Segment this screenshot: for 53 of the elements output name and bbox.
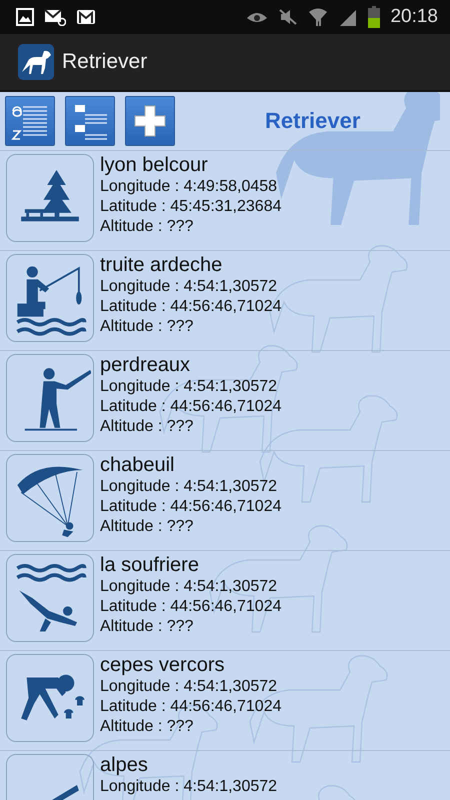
place-name: alpes (100, 754, 149, 777)
wifi-icon (308, 7, 328, 27)
latitude-text: Latitude : 45:45:31,23684 (100, 197, 282, 217)
place-name: truite ardeche (100, 254, 224, 277)
screen-title: Retriever (265, 108, 360, 134)
mushroom-picker-icon (6, 654, 94, 742)
place-list-item[interactable]: perdreaux Longitude : 4:54:1,30572 Latitude : 44:56:46,71024 Altitude : ??? (0, 350, 450, 450)
picnic-tree-icon (6, 154, 94, 242)
altitude-text: Altitude : ??? (100, 417, 194, 437)
app-title: Retriever (62, 50, 148, 74)
place-list-item[interactable]: alpes Longitude : 4:54:1,30572 (0, 750, 450, 800)
longitude-text: Longitude : 4:54:1,30572 (100, 277, 278, 297)
latitude-text: Latitude : 44:56:46,71024 (100, 497, 282, 517)
altitude-text: Altitude : ??? (100, 317, 194, 337)
altitude-text: Altitude : ??? (100, 217, 194, 237)
diver-icon (6, 554, 94, 642)
longitude-text: Longitude : 4:49:58,0458 (100, 177, 278, 197)
plus-icon (134, 105, 166, 137)
latitude-text: Latitude : 44:56:46,71024 (100, 697, 282, 717)
mute-icon (278, 8, 298, 26)
altitude-text: Altitude : ??? (100, 617, 194, 637)
image-icon (16, 8, 34, 26)
place-name: cepes vercors (100, 654, 226, 677)
longitude-text: Longitude : 4:54:1,30572 (100, 577, 278, 597)
tree-list-button[interactable] (65, 96, 115, 146)
latitude-text: Latitude : 44:56:46,71024 (100, 297, 282, 317)
clock-time: 20:18 (390, 6, 438, 28)
longitude-text: Longitude : 4:54:1,30572 (100, 677, 278, 697)
place-list-item[interactable]: la soufriere Longitude : 4:54:1,30572 Latitude : 44:56:46,71024 Altitude : ??? (0, 550, 450, 650)
dog-app-icon (18, 44, 54, 80)
place-name: perdreaux (100, 354, 192, 377)
longitude-text: Longitude : 4:54:1,30572 (100, 477, 278, 497)
place-list-item[interactable]: chabeuil Longitude : 4:54:1,30572 Latitude : 44:56:46,71024 Altitude : ??? (0, 450, 450, 550)
email-icon (44, 8, 66, 26)
paraglider-icon (6, 454, 94, 542)
place-name: lyon belcour (100, 154, 209, 177)
longitude-text: Longitude : 4:54:1,30572 (100, 777, 278, 797)
latitude-text: Latitude : 44:56:46,71024 (100, 597, 282, 617)
sort-alphabetical-button[interactable] (5, 96, 55, 146)
add-button[interactable] (125, 96, 175, 146)
latitude-text: Latitude : 44:56:46,71024 (100, 397, 282, 417)
hunter-person-icon (6, 354, 94, 442)
altitude-text: Altitude : ??? (100, 717, 194, 737)
mail-icon (76, 8, 96, 26)
place-list-item[interactable]: truite ardeche Longitude : 4:54:1,30572 Latitude : 44:56:46,71024 Altitude : ??? (0, 250, 450, 350)
place-list-item[interactable]: cepes vercors Longitude : 4:54:1,30572 Latitude : 44:56:46,71024 Altitude : ??? (0, 650, 450, 750)
fishing-person-icon (6, 254, 94, 342)
place-name: chabeuil (100, 454, 176, 477)
place-list-item[interactable]: lyon belcour Longitude : 4:49:58,0458 Latitude : 45:45:31,23684 Altitude : ??? (0, 150, 450, 250)
place-name: la soufriere (100, 554, 200, 577)
altitude-text: Altitude : ??? (100, 517, 194, 537)
longitude-text: Longitude : 4:54:1,30572 (100, 377, 278, 397)
battery-icon (368, 6, 380, 28)
